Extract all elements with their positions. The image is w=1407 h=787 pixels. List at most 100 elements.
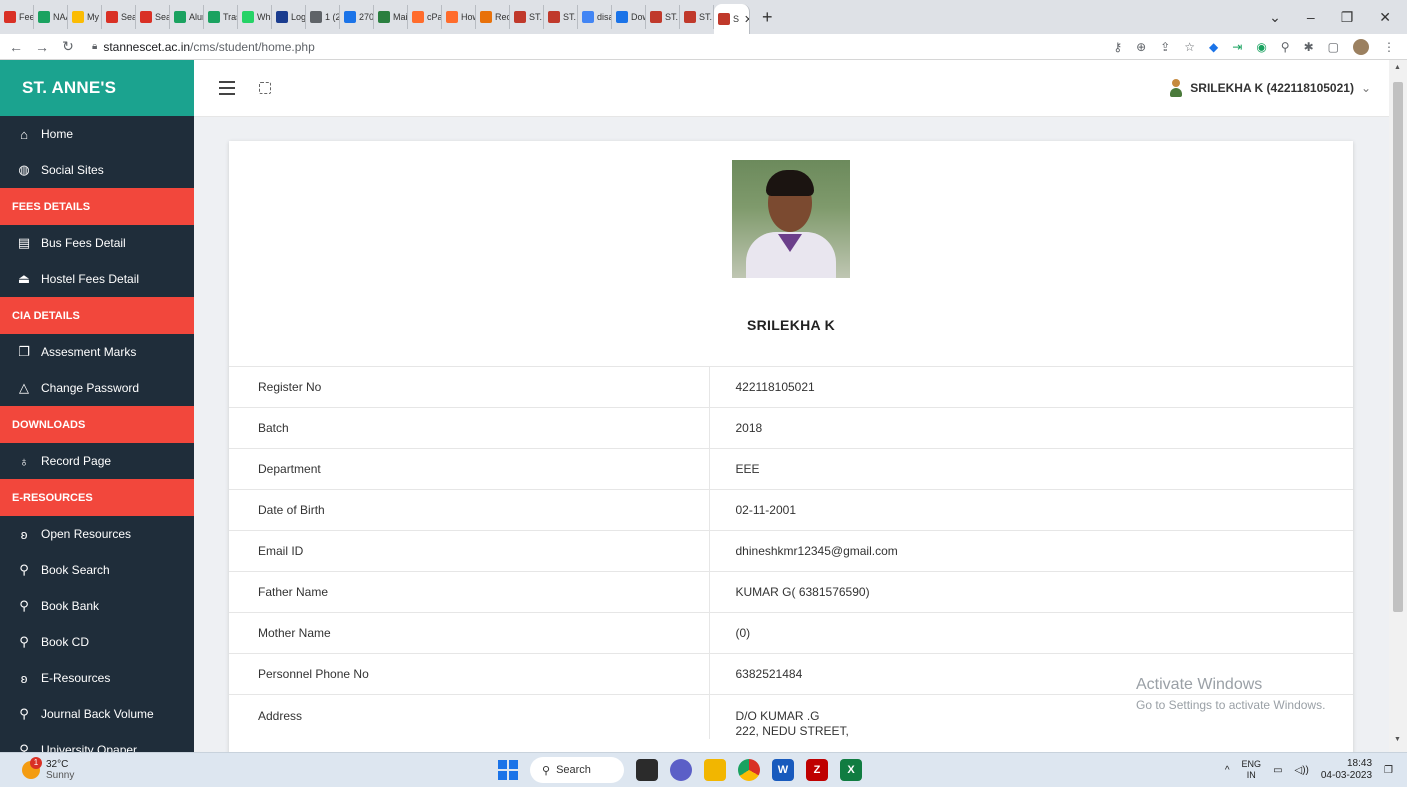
sidebar-item-e-resources[interactable]: ʚ E-Resources	[0, 660, 194, 696]
fullscreen-icon[interactable]	[259, 82, 271, 94]
sidepanel-icon[interactable]: ▢	[1328, 40, 1339, 54]
browser-tab[interactable]: Logi	[272, 5, 306, 29]
sidebar-item-open-resources[interactable]: ʚ Open Resources	[0, 516, 194, 552]
close-icon[interactable]: ✕	[744, 13, 749, 26]
sidebar-item-label: Record Page	[41, 454, 112, 468]
chevron-up-icon[interactable]: ^	[1225, 765, 1230, 776]
restore-button[interactable]: ❐	[1341, 9, 1354, 26]
browser-tab[interactable]: NAA	[34, 5, 68, 29]
share-icon[interactable]: ⇪	[1160, 40, 1170, 54]
sidebar-item-hostel-fees-detail[interactable]: ⏏ Hostel Fees Detail	[0, 261, 194, 297]
browser-tab[interactable]: 270	[340, 5, 374, 29]
sidebar-item-record-page[interactable]: ♁ Record Page	[0, 443, 194, 479]
scroll-up-arrow[interactable]: ▲	[1394, 64, 1401, 71]
browser-tab[interactable]: Sear	[102, 5, 136, 29]
sidebar-item-book-bank[interactable]: ⚲ Book Bank	[0, 588, 194, 624]
scroll-thumb[interactable]	[1393, 82, 1403, 612]
browser-tab[interactable]: ST.	[680, 5, 714, 29]
browser-tab[interactable]: Feec	[0, 5, 34, 29]
sidebar-section-header: E-RESOURCES	[0, 479, 194, 516]
sidebar-item-assesment-marks[interactable]: ❐ Assesment Marks	[0, 334, 194, 370]
tab-active[interactable]: S ✕	[714, 4, 750, 34]
scroll-down-arrow[interactable]: ▼	[1394, 736, 1401, 743]
new-tab-button[interactable]: +	[762, 7, 782, 28]
search-icon[interactable]: ⚲	[1281, 40, 1290, 54]
tab-favicon	[480, 11, 492, 23]
sidebar-item-book-search[interactable]: ⚲ Book Search	[0, 552, 194, 588]
lang-top: ENG	[1241, 759, 1262, 769]
notification-icon[interactable]: ❐	[1384, 765, 1393, 776]
key-icon[interactable]: ⚷	[1113, 40, 1122, 54]
sidebar-item-journal-back-volume[interactable]: ⚲ Journal Back Volume	[0, 696, 194, 732]
brand-logo[interactable]: ST. ANNE'S	[0, 60, 194, 116]
chevron-down-icon[interactable]: ⌄	[1269, 9, 1281, 26]
url-field[interactable]: 🔒︎ stannescet.ac.in/cms/student/home.php	[92, 40, 315, 54]
scrollbar[interactable]: ▲ ▼	[1389, 60, 1407, 752]
extension-icon[interactable]: ⇥	[1232, 40, 1242, 54]
table-row: Department EEE	[229, 448, 1353, 490]
weather-widget[interactable]: 1 32°C Sunny	[22, 757, 74, 781]
browser-tab[interactable]: ST.	[646, 5, 680, 29]
sidebar-item-book-cd[interactable]: ⚲ Book CD	[0, 624, 194, 660]
browser-tab[interactable]: My	[68, 5, 102, 29]
volume-icon[interactable]: ◁))	[1295, 765, 1309, 776]
clock[interactable]: 18:43 04-03-2023	[1321, 758, 1372, 782]
file-explorer-icon[interactable]	[704, 759, 726, 781]
minimize-button[interactable]: –	[1307, 9, 1315, 26]
profile-avatar[interactable]	[1353, 38, 1369, 55]
chrome-icon[interactable]	[738, 759, 760, 781]
browser-tab[interactable]: Reco	[476, 5, 510, 29]
language-indicator[interactable]: ENG IN	[1242, 759, 1262, 781]
user-menu[interactable]: SRILEKHA K (422118105021) ⌄	[1169, 79, 1371, 97]
taskbar-search[interactable]: ⚲ Search	[530, 757, 624, 783]
back-button[interactable]: ←	[6, 39, 26, 55]
field-label: Department	[229, 448, 710, 490]
browser-tab[interactable]: ST.	[510, 5, 544, 29]
sidebar-item-label: E-Resources	[41, 671, 111, 685]
sidebar-item-university-qpaper[interactable]: ⚲ University Qpaper	[0, 732, 194, 752]
browser-tab[interactable]: Sear	[136, 5, 170, 29]
close-window-button[interactable]: ✕	[1379, 9, 1391, 26]
extension-icon[interactable]: ◆	[1209, 40, 1218, 54]
sidebar-item-label: Social Sites	[41, 163, 104, 177]
tab-favicon	[718, 13, 730, 25]
field-label: Batch	[229, 407, 710, 449]
field-value: 422118105021	[709, 366, 1353, 408]
word-icon[interactable]: W	[772, 759, 794, 781]
puzzle-icon[interactable]: ✱	[1304, 40, 1314, 54]
browser-tab[interactable]: Mail	[374, 5, 408, 29]
browser-tab[interactable]: disa	[578, 5, 612, 29]
tab-favicon	[684, 11, 696, 23]
forward-button[interactable]: →	[32, 39, 52, 55]
sidebar-item-social-sites[interactable]: ◍ Social Sites	[0, 152, 194, 188]
excel-icon[interactable]: X	[840, 759, 862, 781]
sidebar-item-home[interactable]: ⌂ Home	[0, 116, 194, 152]
chat-icon[interactable]	[670, 759, 692, 781]
star-icon[interactable]: ☆	[1184, 40, 1195, 54]
browser-tab[interactable]: How	[442, 5, 476, 29]
task-view-icon[interactable]	[636, 759, 658, 781]
windows-start-icon[interactable]	[498, 760, 518, 780]
browser-tab[interactable]: Alun	[170, 5, 204, 29]
zoom-icon[interactable]: ⊕	[1136, 40, 1146, 54]
sidebar-item-change-password[interactable]: △ Change Password	[0, 370, 194, 406]
filezilla-icon[interactable]: Z	[806, 759, 828, 781]
browser-tab[interactable]: cPar	[408, 5, 442, 29]
browser-tab[interactable]: 1 (2)	[306, 5, 340, 29]
browser-tab[interactable]: Dow	[612, 5, 646, 29]
browser-tab[interactable]: Trasl	[204, 5, 238, 29]
extension-icon[interactable]: ◉	[1256, 40, 1266, 54]
hamburger-icon[interactable]	[219, 81, 235, 95]
browser-tab[interactable]: Wha	[238, 5, 272, 29]
network-icon[interactable]: ▭	[1273, 765, 1282, 776]
field-value: dhineshkmr12345@gmail.com	[709, 530, 1353, 572]
browser-tab[interactable]: ST.	[544, 5, 578, 29]
search-icon: ⚲	[19, 634, 29, 649]
tab-label: Feec	[19, 12, 33, 22]
tab-favicon	[174, 11, 186, 23]
drop-icon: ʚ	[20, 526, 28, 542]
sun-icon: 1	[22, 757, 42, 779]
menu-icon[interactable]: ⋮	[1383, 40, 1395, 54]
reload-button[interactable]: ↻	[58, 38, 78, 55]
sidebar-item-bus-fees-detail[interactable]: ▤ Bus Fees Detail	[0, 225, 194, 261]
